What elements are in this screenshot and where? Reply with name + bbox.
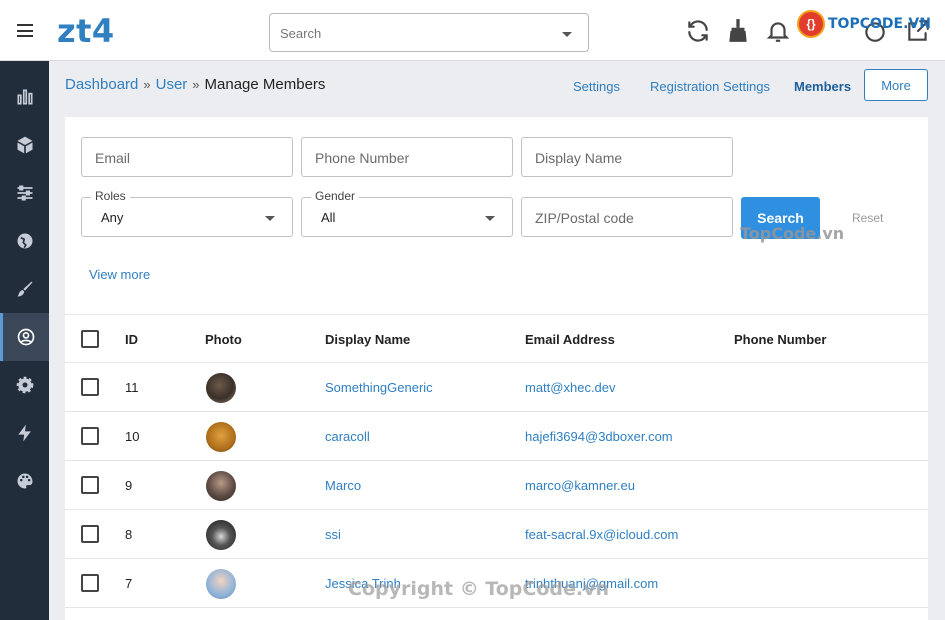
bell-icon[interactable]: [765, 18, 791, 44]
broom-icon[interactable]: [725, 18, 751, 44]
top-bar: zt4 {} TOPCODE.VN: [0, 0, 945, 61]
row-display-name[interactable]: caracoll: [325, 429, 370, 444]
brush-icon: [17, 281, 32, 297]
table-row: 10 caracoll hajefi3694@3dboxer.com: [65, 412, 928, 461]
breadcrumb-dashboard[interactable]: Dashboard: [65, 76, 138, 93]
row-id: 9: [125, 478, 133, 493]
avatar[interactable]: [206, 471, 236, 501]
view-more-link[interactable]: View more: [89, 267, 150, 282]
breadcrumb-separator: »: [192, 77, 200, 92]
menu-icon[interactable]: [17, 24, 33, 37]
chart-bar-icon: [17, 89, 32, 105]
row-email[interactable]: hajefi3694@3dboxer.com: [525, 429, 673, 444]
members-panel: Roles Any Gender All Search Reset View m…: [65, 117, 928, 620]
reset-button[interactable]: Reset: [852, 211, 883, 225]
tab-registration-settings[interactable]: Registration Settings: [650, 79, 770, 94]
row-checkbox[interactable]: [81, 476, 99, 494]
row-display-name[interactable]: ssi: [325, 527, 341, 542]
roles-label: Roles: [91, 189, 130, 203]
cube-icon: [17, 136, 32, 154]
roles-value: Any: [101, 210, 124, 225]
select-all-checkbox[interactable]: [81, 330, 99, 348]
table-header: ID Photo Display Name Email Address Phon…: [65, 314, 928, 363]
column-header-id[interactable]: ID: [125, 332, 138, 347]
sidebar-item-theme[interactable]: [0, 457, 49, 505]
avatar[interactable]: [206, 373, 236, 403]
email-field[interactable]: [95, 147, 275, 169]
tab-settings[interactable]: Settings: [573, 79, 620, 94]
sidebar-item-design[interactable]: [0, 265, 49, 313]
user-circle-icon: [17, 328, 35, 346]
row-id: 10: [125, 429, 140, 444]
column-header-phone[interactable]: Phone Number: [734, 332, 826, 347]
row-checkbox[interactable]: [81, 574, 99, 592]
avatar[interactable]: [206, 422, 236, 452]
zip-filter[interactable]: [521, 197, 733, 237]
avatar[interactable]: [206, 520, 236, 550]
cog-icon: [16, 376, 33, 394]
avatar[interactable]: [206, 569, 236, 599]
chevron-down-icon[interactable]: [485, 216, 495, 221]
column-header-photo: Photo: [205, 332, 242, 347]
column-header-display-name[interactable]: Display Name: [325, 332, 410, 347]
sidebar-item-advanced[interactable]: [0, 409, 49, 457]
bolt-icon: [17, 424, 31, 442]
chevron-down-icon[interactable]: [562, 32, 572, 37]
phone-filter[interactable]: [301, 137, 513, 177]
sidebar-item-config[interactable]: [0, 169, 49, 217]
table-row: 11 SomethingGeneric matt@xhec.dev: [65, 363, 928, 412]
breadcrumb-separator: »: [143, 77, 151, 92]
table-row: 9 Marco marco@kamner.eu: [65, 461, 928, 510]
display-name-filter[interactable]: [521, 137, 733, 177]
watermark-logo: {} TOPCODE.VN: [797, 10, 931, 38]
breadcrumb: Dashboard » User » Manage Members: [65, 76, 325, 93]
table-row: 8 ssi feat-sacral.9x@icloud.com: [65, 510, 928, 559]
app-logo[interactable]: zt4: [57, 12, 115, 50]
row-id: 7: [125, 576, 133, 591]
row-display-name[interactable]: Marco: [325, 478, 361, 493]
copyright-watermark: Copyright © TopCode.vn: [348, 578, 610, 600]
row-id: 8: [125, 527, 133, 542]
watermark-badge: {}: [797, 10, 825, 38]
gender-value: All: [321, 210, 336, 225]
column-header-email[interactable]: Email Address: [525, 332, 615, 347]
email-filter[interactable]: [81, 137, 293, 177]
palette-icon: [16, 473, 32, 489]
gender-select[interactable]: Gender All: [301, 189, 513, 237]
sidebar-item-site[interactable]: [0, 217, 49, 265]
global-search[interactable]: [269, 13, 589, 52]
page-title: Manage Members: [204, 76, 326, 93]
row-id: 11: [125, 380, 139, 395]
sidebar-item-dashboard[interactable]: [0, 73, 49, 121]
display-name-field[interactable]: [535, 147, 715, 169]
search-input[interactable]: [280, 22, 550, 44]
phone-field[interactable]: [315, 147, 495, 169]
sidebar-item-members[interactable]: [0, 313, 49, 361]
gender-label: Gender: [311, 189, 360, 203]
row-display-name[interactable]: SomethingGeneric: [325, 380, 433, 395]
tab-members[interactable]: Members: [794, 79, 851, 94]
more-button[interactable]: More: [864, 69, 928, 101]
zip-field[interactable]: [535, 207, 715, 229]
chevron-down-icon[interactable]: [265, 216, 275, 221]
sidebar: [0, 61, 49, 620]
roles-select[interactable]: Roles Any: [81, 189, 293, 237]
row-email[interactable]: feat-sacral.9x@icloud.com: [525, 527, 678, 542]
row-checkbox[interactable]: [81, 427, 99, 445]
row-email[interactable]: matt@xhec.dev: [525, 380, 616, 395]
row-checkbox[interactable]: [81, 378, 99, 396]
sidebar-item-content[interactable]: [0, 121, 49, 169]
refresh-icon[interactable]: [685, 18, 711, 44]
watermark-logo-text: TOPCODE.VN: [828, 16, 931, 32]
globe-icon: [17, 233, 32, 249]
row-email[interactable]: marco@kamner.eu: [525, 478, 635, 493]
breadcrumb-user[interactable]: User: [156, 76, 188, 93]
row-checkbox[interactable]: [81, 525, 99, 543]
watermark-text: TopCode.vn: [740, 224, 845, 243]
sidebar-item-settings[interactable]: [0, 361, 49, 409]
sliders-icon: [17, 185, 32, 201]
